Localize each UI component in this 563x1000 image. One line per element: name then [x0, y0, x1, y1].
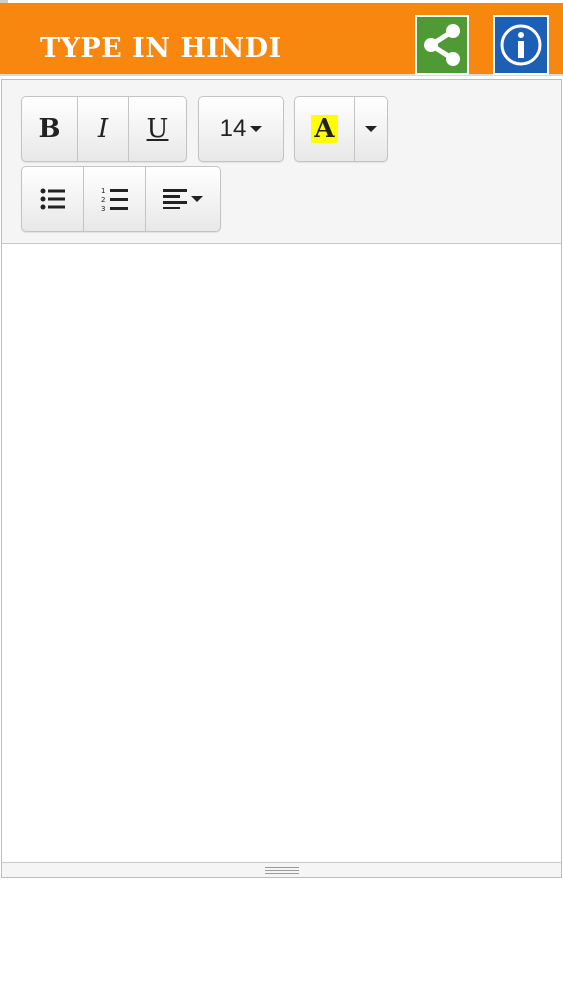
rich-text-editor: B I U 14 A 1 2 3: [1, 79, 562, 878]
underline-label: U: [146, 114, 169, 144]
align-left-icon: [163, 189, 187, 209]
chevron-down-icon: [191, 196, 203, 202]
editor-toolbar: B I U 14 A 1 2 3: [2, 80, 561, 244]
info-button[interactable]: [493, 15, 549, 75]
highlight-color-button[interactable]: A: [295, 97, 355, 161]
underline-button[interactable]: U: [129, 97, 186, 161]
app-header: TYPE IN HINDI: [0, 3, 563, 76]
unordered-list-button[interactable]: [22, 167, 84, 231]
chevron-down-icon: [250, 126, 263, 132]
color-dropdown-button[interactable]: [355, 97, 387, 161]
unordered-list-icon: [40, 188, 65, 210]
chevron-down-icon: [365, 126, 377, 132]
align-dropdown-button[interactable]: [146, 167, 220, 231]
color-group: A: [294, 96, 388, 162]
info-icon: [500, 24, 542, 66]
italic-button[interactable]: I: [78, 97, 129, 161]
resize-handle[interactable]: [2, 862, 561, 877]
share-button[interactable]: [415, 15, 469, 75]
text-style-group: B I U: [21, 96, 187, 162]
grip-icon: [264, 866, 299, 874]
font-size-dropdown[interactable]: 14: [199, 97, 283, 161]
paragraph-group: 1 2 3: [21, 166, 221, 232]
bold-label: B: [38, 114, 61, 144]
editor-content-area[interactable]: [2, 244, 561, 862]
ordered-list-button[interactable]: 1 2 3: [84, 167, 146, 231]
italic-label: I: [97, 114, 109, 144]
svg-text:2: 2: [101, 196, 105, 204]
share-icon: [424, 24, 460, 66]
svg-text:1: 1: [101, 187, 105, 195]
font-size-group: 14: [198, 96, 284, 162]
app-title: TYPE IN HINDI: [40, 33, 282, 64]
svg-text:3: 3: [101, 205, 105, 212]
bold-button[interactable]: B: [22, 97, 78, 161]
ordered-list-icon: 1 2 3: [101, 187, 128, 212]
font-size-value: 14: [219, 115, 247, 142]
highlight-label: A: [311, 115, 338, 143]
